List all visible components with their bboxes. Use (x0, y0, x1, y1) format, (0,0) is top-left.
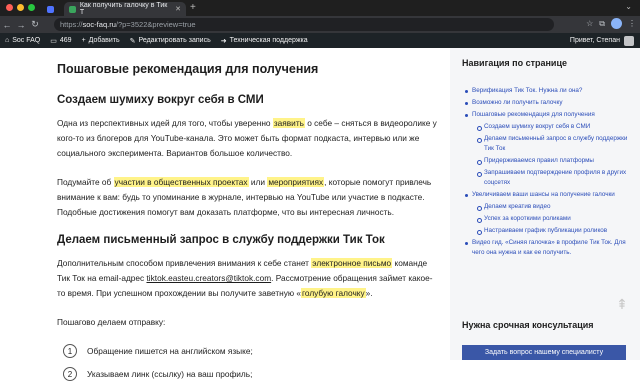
step-number: 1 (63, 344, 77, 358)
minimize-window-button[interactable] (17, 4, 24, 11)
email-link[interactable]: tiktok.easteu.creators@tiktok.com (146, 273, 271, 283)
paragraph-4: Пошагово делаем отправку: (57, 317, 166, 327)
arrow-icon: ➜ (220, 37, 227, 45)
step-text: Обращение пишется на английском языке; (87, 346, 253, 356)
comments-count: 469 (59, 37, 72, 44)
tab-search-icon[interactable]: ⌄ (625, 2, 632, 11)
maximize-window-button[interactable] (28, 4, 35, 11)
plus-icon: + (81, 37, 86, 44)
toc-item[interactable]: Верификация Тик Ток. Нужна ли она? (464, 86, 632, 96)
toc-item[interactable]: Пошаговые рекомендация для получения (464, 110, 632, 120)
list-item: 2 Указываем линк (ссылку) на ваш профиль; (63, 367, 437, 381)
step-number: 2 (63, 367, 77, 381)
text: ». (365, 288, 373, 298)
toolbar-right: ☆ ⧉ ⋮ (586, 18, 636, 29)
heading-support: Делаем письменный запрос в службу поддер… (57, 234, 385, 246)
browser-chrome: Как получить галочку в Тик Т ✕ + ⌄ ← → ↻… (0, 0, 640, 48)
toc-item[interactable]: Создаем шумиху вокруг себя в СМИ (476, 122, 632, 132)
tab-active[interactable]: Как получить галочку в Тик Т ✕ (64, 2, 186, 16)
list-item: 1 Обращение пишется на английском языке; (63, 344, 437, 358)
paragraph-2: Подумайте об участии в общественных прое… (57, 175, 437, 220)
favicon-icon (47, 5, 54, 13)
adminbar-edit-label: Редактировать запись (138, 37, 211, 44)
toc-list: Верификация Тик Ток. Нужна ли она? Возмо… (464, 86, 632, 260)
toc-item[interactable]: Видео гид. «Синяя галочка» в профиле Тик… (464, 238, 632, 258)
text: Подумайте об (57, 177, 114, 187)
browser-toolbar: ← → ↻ https://soc-faq.ru/?p=3522&preview… (0, 16, 640, 33)
url-path: /?p=3522&preview=true (115, 20, 196, 29)
adminbar-add-label: Добавить (88, 37, 120, 44)
bookmark-star-icon[interactable]: ☆ (586, 19, 593, 28)
tab-strip: Как получить галочку в Тик Т ✕ + ⌄ (0, 0, 640, 16)
highlight: мероприятиях (267, 177, 325, 187)
toc-item[interactable]: Делаем письменный запрос в службу поддер… (476, 134, 632, 154)
adminbar-site[interactable]: ⌂ Soc FAQ (0, 37, 45, 44)
heading-media: Создаем шумиху вокруг себя в СМИ (57, 94, 264, 106)
step-text: Указываем линк (ссылку) на ваш профиль; (87, 369, 253, 379)
adminbar-account[interactable]: Привет, Степан (570, 33, 634, 48)
toc-item[interactable]: Настраиваем график публикации роликов (476, 226, 632, 236)
adminbar-site-label: Soc FAQ (12, 37, 41, 44)
url-host: soc-faq.ru (82, 20, 116, 29)
back-icon[interactable]: ← (0, 20, 14, 30)
user-avatar (624, 35, 634, 46)
close-window-button[interactable] (6, 4, 13, 11)
reload-icon[interactable]: ↻ (28, 19, 42, 30)
text: или (248, 177, 268, 187)
pencil-icon: ✎ (129, 37, 136, 45)
adminbar-support-label: Техническая поддержка (229, 37, 308, 44)
home-icon: ⌂ (5, 37, 10, 44)
text: Дополнительным способом привлечения вним… (57, 258, 312, 268)
highlight: электронное письмо (311, 258, 393, 268)
toc-item[interactable]: Возможно ли получить галочку (464, 98, 632, 108)
paragraph-1: Одна из перспективных идей для того, что… (57, 116, 437, 161)
new-tab-button[interactable]: + (190, 2, 196, 13)
profile-avatar[interactable] (611, 18, 622, 29)
address-bar[interactable]: https://soc-faq.ru/?p=3522&preview=true (54, 18, 554, 31)
toc-item[interactable]: Делаем креатив видео (476, 202, 632, 212)
extensions-icon[interactable]: ⧉ (599, 19, 605, 29)
toc-item[interactable]: Успех за короткими роликами (476, 214, 632, 224)
tab-close-icon[interactable]: ✕ (175, 5, 181, 13)
url-scheme: https:// (60, 20, 83, 29)
menu-icon[interactable]: ⋮ (628, 19, 636, 28)
tab-title: Как получить галочку в Тик Т (79, 2, 168, 16)
toc-item[interactable]: Запрашиваем подтверждение профиля в друг… (476, 168, 632, 188)
text: Одна из перспективных идей для того, что… (57, 118, 273, 128)
highlight: заявить (272, 118, 305, 128)
steps-list: 1 Обращение пишется на английском языке; … (57, 344, 437, 381)
toc-item[interactable]: Увеличиваем ваши шансы на получение гало… (464, 190, 632, 200)
article-content: Пошаговые рекомендация для получения Соз… (57, 62, 437, 390)
page-main: Пошаговые рекомендация для получения Соз… (0, 48, 640, 381)
paragraph-3: Дополнительным способом привлечения вним… (57, 256, 437, 301)
adminbar-support[interactable]: ➜ Техническая поддержка (216, 37, 313, 45)
tab-pinned[interactable] (44, 2, 58, 16)
sidebar-title: Навигация по странице (462, 58, 567, 68)
scroll-up-icon[interactable]: ⇞ (612, 296, 632, 316)
window-controls (6, 4, 35, 11)
adminbar-comments[interactable]: ▭ 469 (45, 37, 76, 45)
toc-item[interactable]: Придерживаемся правил платформы (476, 156, 632, 166)
consult-title: Нужна срочная консультация (462, 320, 594, 330)
greeting: Привет, Степан (569, 37, 620, 44)
wp-admin-bar: ⌂ Soc FAQ ▭ 469 + Добавить ✎ Редактировать з… (0, 33, 640, 48)
highlight: участии в общественных проектах (113, 177, 249, 187)
ask-specialist-button[interactable]: Задать вопрос нашему специалисту (462, 345, 626, 360)
forward-icon[interactable]: → (14, 20, 28, 30)
page-title: Пошаговые рекомендация для получения (57, 62, 319, 76)
favicon-icon (69, 5, 76, 13)
adminbar-add[interactable]: + Добавить (77, 37, 125, 44)
adminbar-edit[interactable]: ✎ Редактировать запись (125, 37, 216, 45)
comment-icon: ▭ (50, 37, 57, 45)
highlight: голубую галочку (301, 288, 366, 298)
